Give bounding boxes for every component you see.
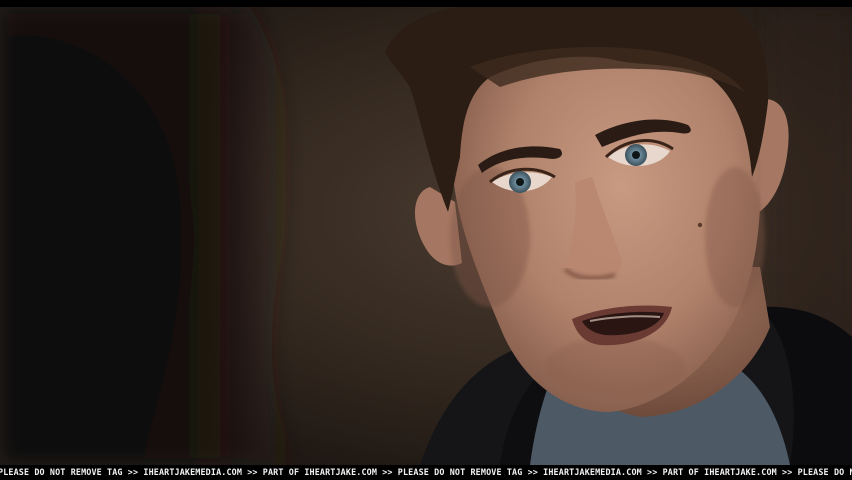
watermark-text: PLEASE DO NOT REMOVE TAG >> IHEARTJAKEME… xyxy=(0,467,852,477)
mole xyxy=(697,222,703,228)
foreground-figure xyxy=(0,7,300,465)
film-still-artwork xyxy=(0,7,852,465)
film-still xyxy=(0,7,852,465)
letterbox-top-bar xyxy=(0,0,852,7)
watermark-strip: PLEASE DO NOT REMOVE TAG >> IHEARTJAKEME… xyxy=(0,465,852,480)
